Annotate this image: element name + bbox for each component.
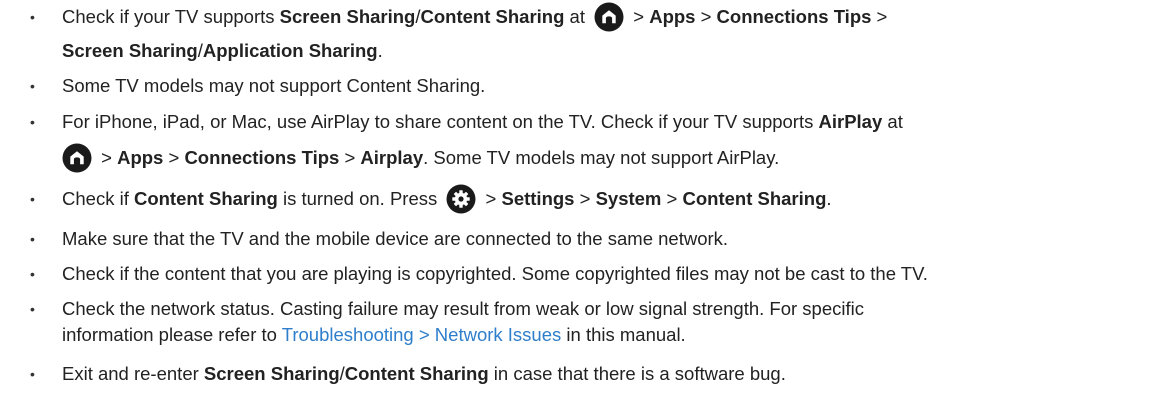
bullet-text: Check if <box>62 188 134 209</box>
bullet-text: Check if the content that you are playin… <box>62 263 928 284</box>
bullet-text: > <box>628 6 650 27</box>
bullet-text: > <box>163 147 185 168</box>
bullet-item: Check if your TV supports Screen Sharing… <box>0 0 1174 68</box>
bullet-text: > <box>695 6 717 27</box>
bold-menu-term: Screen Sharing <box>279 6 416 27</box>
bullet-item: Check if Content Sharing is turned on. P… <box>0 182 1174 216</box>
home-icon <box>594 2 624 32</box>
bullet-text: > <box>339 147 361 168</box>
bullet-text: > <box>96 147 118 168</box>
bullet-text: information please refer to <box>62 324 282 345</box>
bullet-text: . Some TV models may not support AirPlay… <box>423 147 780 168</box>
bullet-text: is turned on. Press <box>277 188 443 209</box>
bullet-text: . <box>826 188 832 209</box>
bullet-text: For iPhone, iPad, or Mac, use AirPlay to… <box>62 111 819 132</box>
bold-menu-term: System <box>595 188 662 209</box>
bullet-item: Check the network status. Casting failur… <box>0 292 1174 351</box>
bold-menu-term: Connections Tips <box>184 147 340 168</box>
bullet-text: Exit and re-enter <box>62 363 204 384</box>
bullet-item: Exit and re-enter Screen Sharing/Content… <box>0 357 1174 391</box>
bullet-text: > <box>871 6 888 27</box>
bold-menu-term: Apps <box>117 147 164 168</box>
bullet-text: > <box>574 188 596 209</box>
bold-menu-term: Apps <box>649 6 696 27</box>
settings-icon <box>446 184 476 214</box>
bullet-text: in case that there is a software bug. <box>488 363 786 384</box>
bullet-text: at <box>564 6 591 27</box>
bullet-item: Some TV models may not support Content S… <box>0 69 1174 103</box>
bullet-text: > <box>480 188 502 209</box>
troubleshooting-bullet-list: Check if your TV supports Screen Sharing… <box>0 0 1174 391</box>
bold-menu-term: Connections Tips <box>716 6 872 27</box>
bold-menu-term: Content Sharing <box>420 6 565 27</box>
bullet-text: . <box>377 40 383 61</box>
bold-menu-term: Content Sharing <box>682 188 827 209</box>
bold-menu-term: Application Sharing <box>202 40 378 61</box>
bold-menu-term: Content Sharing <box>133 188 278 209</box>
bold-menu-term: Screen Sharing <box>62 40 198 61</box>
troubleshooting-link[interactable]: Troubleshooting > Network Issues <box>282 324 562 345</box>
bullet-item: Make sure that the TV and the mobile dev… <box>0 222 1174 256</box>
bullet-text: in this manual. <box>561 324 686 345</box>
bold-menu-term: AirPlay <box>818 111 883 132</box>
bullet-text: Check the network status. Casting failur… <box>62 298 864 319</box>
bullet-text: Check if your TV supports <box>62 6 280 27</box>
bold-menu-term: Screen Sharing <box>203 363 340 384</box>
home-icon <box>62 143 92 173</box>
bullet-item: Check if the content that you are playin… <box>0 257 1174 291</box>
bullet-text: at <box>882 111 903 132</box>
bold-menu-term: Airplay <box>360 147 424 168</box>
bullet-text: Make sure that the TV and the mobile dev… <box>62 228 729 249</box>
bullet-text: > <box>661 188 683 209</box>
bullet-item: For iPhone, iPad, or Mac, use AirPlay to… <box>0 104 1174 176</box>
bold-menu-term: Content Sharing <box>344 363 489 384</box>
bullet-text: Some TV models may not support Content S… <box>62 75 486 96</box>
bold-menu-term: Settings <box>501 188 575 209</box>
